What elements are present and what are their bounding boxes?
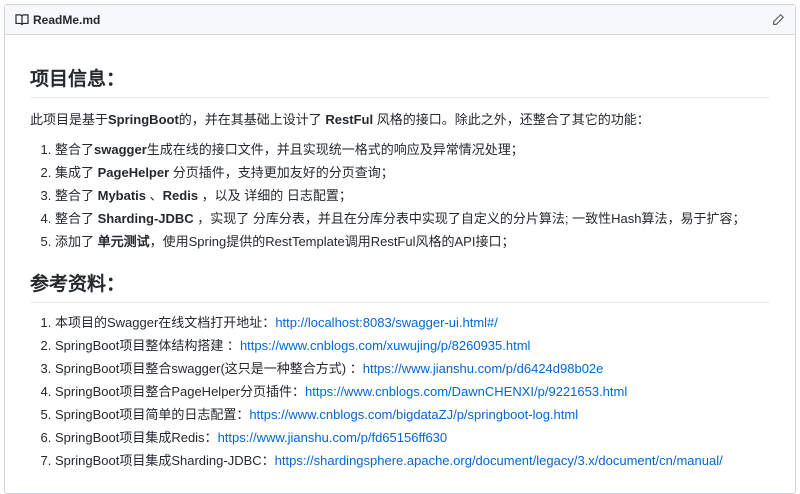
feature-item: 添加了 单元测试，使用Spring提供的RestTemplate调用RestFu…	[55, 232, 770, 252]
pencil-edit-icon[interactable]	[771, 13, 785, 27]
reference-label: SpringBoot项目集成Redis：	[55, 430, 218, 445]
book-icon	[15, 13, 29, 25]
intro-paragraph: 此项目是基于SpringBoot的，并在其基础上设计了 RestFul 风格的接…	[30, 110, 770, 130]
bold-text: SpringBoot	[108, 112, 179, 127]
bold-text: Redis	[162, 188, 199, 203]
bold-text: swagger	[94, 142, 147, 157]
text-segment: 整合了	[55, 211, 98, 226]
text-segment: 、	[146, 188, 163, 203]
reference-link[interactable]: https://www.cnblogs.com/bigdataZJ/p/spri…	[249, 407, 578, 422]
text-segment: ，以及 详细的 日志配置；	[198, 188, 352, 203]
reference-link[interactable]: https://shardingsphere.apache.org/docume…	[275, 453, 723, 468]
feature-list: 整合了swagger生成在线的接口文件，并且实现统一格式的响应及异常情况处理；集…	[30, 140, 770, 252]
bold-text: 单元测试	[97, 234, 150, 249]
text-segment: 风格的接口。除此之外，还整合了其它的功能：	[373, 112, 650, 127]
text-segment: 整合了	[55, 142, 95, 157]
feature-item: 整合了swagger生成在线的接口文件，并且实现统一格式的响应及异常情况处理；	[55, 140, 770, 160]
readme-panel: ReadMe.md 项目信息： 此项目是基于SpringBoot的，并在其基础上…	[4, 4, 796, 494]
bold-text: Sharding-JDBC	[97, 211, 194, 226]
text-segment: 集成了	[55, 165, 98, 180]
reference-link[interactable]: https://www.jianshu.com/p/d6424d98b02e	[363, 361, 604, 376]
reference-label: 本项目的Swagger在线文档打开地址：	[55, 315, 276, 330]
reference-item: 本项目的Swagger在线文档打开地址：http://localhost:808…	[55, 313, 770, 333]
reference-item: SpringBoot项目整合swagger(这只是一种整合方式) ：https:…	[55, 359, 770, 379]
markdown-body: 项目信息： 此项目是基于SpringBoot的，并在其基础上设计了 RestFu…	[5, 64, 795, 471]
reference-label: SpringBoot项目简单的日志配置：	[55, 407, 250, 422]
feature-item: 整合了 Sharding-JDBC ，实现了 分库分表，并且在分库分表中实现了自…	[55, 209, 770, 229]
text-segment: 的，并在其基础上设计了	[178, 112, 326, 127]
reference-label: SpringBoot项目整合swagger(这只是一种整合方式) ：	[55, 361, 363, 376]
bold-text: RestFul	[325, 112, 374, 127]
reference-list: 本项目的Swagger在线文档打开地址：http://localhost:808…	[30, 313, 770, 471]
text-segment: 分页插件，支持更加友好的分页查询；	[169, 165, 394, 180]
reference-label: SpringBoot项目整体结构搭建 ：	[55, 338, 240, 353]
text-segment: ，使用Spring提供的RestTemplate调用RestFul风格的API接…	[149, 234, 515, 249]
bold-text: Mybatis	[97, 188, 147, 203]
text-segment: 生成在线的接口文件，并且实现统一格式的响应及异常情况处理；	[146, 142, 524, 157]
reference-link[interactable]: https://www.cnblogs.com/DawnCHENXI/p/922…	[305, 384, 627, 399]
reference-label: SpringBoot项目集成Sharding-JDBC：	[55, 453, 275, 468]
reference-item: SpringBoot项目集成Sharding-JDBC：https://shar…	[55, 451, 770, 471]
reference-item: SpringBoot项目整合PageHelper分页插件：https://www…	[55, 382, 770, 402]
reference-link[interactable]: https://www.cnblogs.com/xuwujing/p/82609…	[240, 338, 531, 353]
text-segment: 整合了	[55, 188, 98, 203]
reference-link[interactable]: http://localhost:8083/swagger-ui.html#/	[275, 315, 498, 330]
reference-label: SpringBoot项目整合PageHelper分页插件：	[55, 384, 305, 399]
reference-item: SpringBoot项目集成Redis：https://www.jianshu.…	[55, 428, 770, 448]
file-header: ReadMe.md	[5, 5, 795, 35]
text-segment: ，实现了 分库分表，并且在分库分表中实现了自定义的分片算法; 一致性Hash算法…	[193, 211, 746, 226]
heading-references: 参考资料：	[30, 269, 770, 303]
heading-project-info: 项目信息：	[30, 64, 770, 98]
feature-item: 整合了 Mybatis 、Redis ，以及 详细的 日志配置；	[55, 186, 770, 206]
reference-link[interactable]: https://www.jianshu.com/p/fd65156ff630	[218, 430, 448, 445]
text-segment: 此项目是基于	[30, 112, 109, 127]
feature-item: 集成了 PageHelper 分页插件，支持更加友好的分页查询；	[55, 163, 770, 183]
bold-text: PageHelper	[97, 165, 170, 180]
reference-item: SpringBoot项目整体结构搭建 ：https://www.cnblogs.…	[55, 336, 770, 356]
reference-item: SpringBoot项目简单的日志配置：https://www.cnblogs.…	[55, 405, 770, 425]
file-name: ReadMe.md	[33, 12, 101, 27]
text-segment: 添加了	[55, 234, 98, 249]
